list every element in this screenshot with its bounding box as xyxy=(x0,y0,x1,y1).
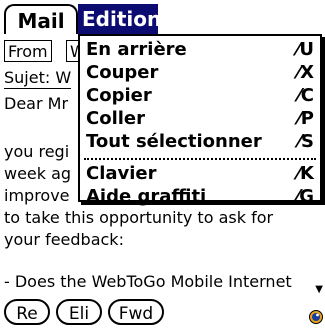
menu-item-couper[interactable]: Couper ⁄X xyxy=(86,61,314,85)
menu-separator xyxy=(84,158,316,160)
menubar: Mail Edition xyxy=(0,4,325,34)
edition-dropdown-menu: En arrière ⁄U Couper ⁄X Copier ⁄C Coller… xyxy=(78,34,322,207)
forward-button[interactable]: Fwd xyxy=(108,299,164,325)
menu-item-aide-graffiti[interactable]: Aide graffiti ⁄G xyxy=(86,185,314,209)
bottom-toolbar: Re Eli Fwd xyxy=(0,297,325,329)
menu-item-label: En arrière xyxy=(86,39,187,60)
menu-item-shortcut: ⁄S xyxy=(298,131,314,152)
menu-item-shortcut: ⁄X xyxy=(297,62,314,83)
menu-item-label: Coller xyxy=(86,108,146,129)
menu-item-tout-selectionner[interactable]: Tout sélectionner ⁄S xyxy=(86,130,314,154)
scroll-down-icon[interactable]: ▼ xyxy=(315,284,323,295)
menu-item-shortcut: ⁄U xyxy=(296,39,314,60)
menu-mail[interactable]: Mail xyxy=(4,4,78,34)
menu-item-label: Copier xyxy=(86,85,152,106)
from-button[interactable]: From xyxy=(4,40,52,62)
menu-item-coller[interactable]: Coller ⁄P xyxy=(86,107,314,131)
menu-item-clavier[interactable]: Clavier ⁄K xyxy=(86,162,314,186)
subject-line[interactable]: Sujet: W xyxy=(4,68,72,89)
app-status-icon xyxy=(309,310,323,324)
menu-item-label: Aide graffiti xyxy=(86,186,207,207)
menu-item-shortcut: ⁄P xyxy=(297,108,314,129)
menu-item-label: Couper xyxy=(86,62,159,83)
body-line: you regi xyxy=(4,142,70,161)
menu-item-label: Tout sélectionner xyxy=(86,131,262,152)
delete-button[interactable]: Eli xyxy=(56,299,102,325)
menu-item-label: Clavier xyxy=(86,163,157,184)
menu-item-shortcut: ⁄G xyxy=(296,186,314,207)
body-line: week ag xyxy=(4,164,72,183)
body-line: Dear Mr xyxy=(4,94,69,113)
body-line: - Does the WebToGo Mobile Internet xyxy=(4,272,292,291)
menu-item-en-arriere[interactable]: En arrière ⁄U xyxy=(86,38,314,62)
menu-edition[interactable]: Edition xyxy=(78,4,161,34)
menu-item-shortcut: ⁄K xyxy=(297,163,314,184)
reply-button[interactable]: Re xyxy=(4,299,50,325)
menu-item-shortcut: ⁄C xyxy=(297,85,314,106)
body-line: your feedback: xyxy=(4,230,124,249)
body-line: to take this opportunity to ask for xyxy=(4,208,274,227)
body-line: improve xyxy=(4,186,70,205)
menu-item-copier[interactable]: Copier ⁄C xyxy=(86,84,314,108)
